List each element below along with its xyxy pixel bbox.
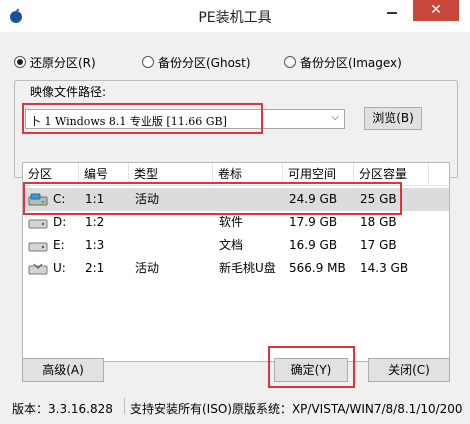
client-area: 还原分区(R) 备份分区(Ghost) 备份分区(Imagex) 映像文件路径:… xyxy=(8,32,463,416)
chevron-down-icon[interactable]: ⌵ xyxy=(331,112,339,123)
title-bar[interactable]: PE装机工具 ✕ xyxy=(0,0,470,32)
hard-drive-icon xyxy=(28,219,48,229)
radio-unchecked-icon[interactable] xyxy=(142,56,154,68)
cell-label: 文档 xyxy=(219,238,244,252)
status-divider xyxy=(124,398,125,414)
cell-free: 566.9 MB xyxy=(289,261,346,275)
browse-button[interactable]: 浏览(B) xyxy=(364,107,422,130)
mode-backup-imagex-label: 备份分区(Imagex) xyxy=(300,55,402,70)
table-row[interactable]: E: 1:3 文档 16.9 GB 17 GB xyxy=(23,234,449,257)
minimize-button[interactable] xyxy=(379,0,405,21)
mode-backup-ghost[interactable]: 备份分区(Ghost) xyxy=(142,54,251,70)
cell-free: 16.9 GB xyxy=(289,238,338,252)
mode-backup-ghost-label: 备份分区(Ghost) xyxy=(158,55,251,70)
mode-restore[interactable]: 还原分区(R) xyxy=(14,54,96,70)
radio-checked-icon[interactable] xyxy=(14,56,26,68)
annotation-highlight-box xyxy=(268,346,355,388)
cell-drive: E: xyxy=(53,238,65,252)
advanced-button[interactable]: 高级(A) xyxy=(22,358,104,382)
cell-number: 2:1 xyxy=(85,261,105,275)
mode-restore-label: 还原分区(R) xyxy=(30,55,96,70)
pe-installer-window: PE装机工具 ✕ 还原分区(R) 备份分区(Ghost) 备份分区(Imagex… xyxy=(0,0,470,424)
window-close-button[interactable]: ✕ xyxy=(413,0,459,21)
close-button[interactable]: 关闭(C) xyxy=(368,358,450,382)
radio-unchecked-icon[interactable] xyxy=(284,56,296,68)
cell-type: 活动 xyxy=(135,261,160,275)
hard-drive-icon xyxy=(28,242,48,252)
cell-size: 14.3 GB xyxy=(360,261,409,275)
cell-label: 新毛桃U盘 xyxy=(219,261,276,275)
cell-type xyxy=(129,234,135,257)
mode-backup-imagex[interactable]: 备份分区(Imagex) xyxy=(284,54,402,70)
status-bar: 版本：3.3.16.828 支持安装所有(ISO)原版系统：XP/VISTA/W… xyxy=(8,398,463,416)
annotation-highlight-box xyxy=(23,182,402,215)
annotation-highlight-box xyxy=(22,103,263,134)
usb-drive-icon xyxy=(28,263,48,275)
table-row[interactable]: U: 2:1 活动 新毛桃U盘 566.9 MB 14.3 GB xyxy=(23,257,449,280)
cell-drive: U: xyxy=(53,261,66,275)
minimize-icon xyxy=(387,12,397,14)
cell-number: 1:3 xyxy=(85,238,105,252)
image-path-label: 映像文件路径: xyxy=(28,83,109,100)
cell-size: 17 GB xyxy=(360,238,397,252)
version-text: 版本：3.3.16.828 xyxy=(12,402,113,416)
support-text: 支持安装所有(ISO)原版系统：XP/VISTA/WIN7/8/8.1/10/2… xyxy=(130,402,463,416)
